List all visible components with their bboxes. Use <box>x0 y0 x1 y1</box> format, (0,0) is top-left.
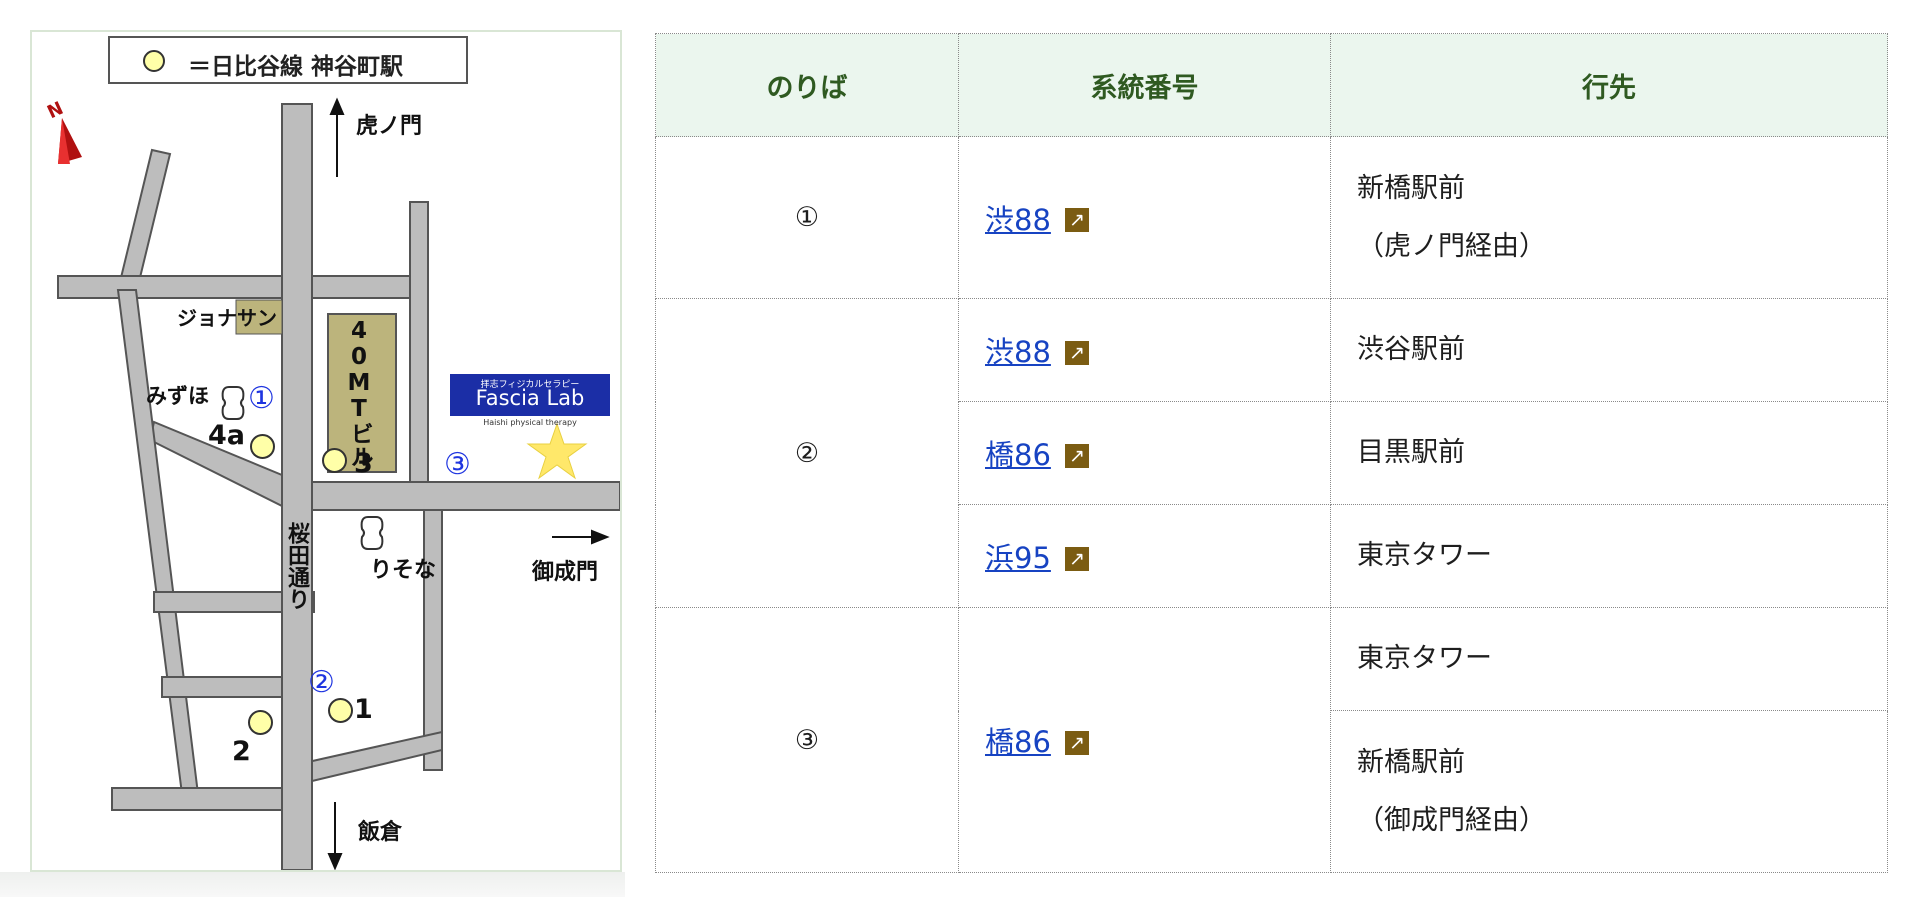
dest-name: 新橋駅前 <box>1357 172 1465 204</box>
dest-cell: 目黒駅前 <box>1330 401 1888 505</box>
header-dest: 行先 <box>1330 33 1888 137</box>
route-cell: 橋86 ↗ <box>958 401 1331 505</box>
label-toranomon: 虎ノ門 <box>356 114 423 139</box>
road-horizontal-mid <box>311 481 620 511</box>
label-iikura: 飯倉 <box>358 820 403 845</box>
route-link[interactable]: 橋86 <box>985 438 1051 472</box>
road-right-upper <box>409 201 429 483</box>
map-stop-1: ① <box>248 381 275 416</box>
dest-via: （御成門経由） <box>1357 804 1546 836</box>
bank-mizuho-icon <box>221 386 245 420</box>
legend-text: ＝日比谷線 神谷町駅 <box>188 54 404 80</box>
external-link-icon[interactable]: ↗ <box>1064 208 1089 232</box>
route-link[interactable]: 渋88 <box>985 335 1051 369</box>
bus-route-table: のりば 系統番号 行先 ① 渋88 ↗ 新橋駅前 （虎ノ門経由） ② 渋88 ↗ 渋… <box>655 33 1888 873</box>
stop-cell: ② <box>655 298 959 608</box>
dest-cell: 東京タワー <box>1330 607 1888 711</box>
external-link-icon[interactable]: ↗ <box>1064 730 1089 755</box>
exit-3-label: 3 <box>354 448 373 479</box>
external-link-icon[interactable]: ↗ <box>1064 443 1089 468</box>
external-link-icon[interactable]: ↗ <box>1064 340 1089 365</box>
route-link[interactable]: 浜95 <box>985 541 1051 575</box>
map-stop-2: ② <box>308 665 335 700</box>
label-risona: りそな <box>370 558 437 583</box>
stop-cell: ① <box>655 136 959 299</box>
bank-risona-icon <box>360 516 384 550</box>
dest-cell: 新橋駅前 （虎ノ門経由） <box>1330 136 1888 299</box>
dest-name: 目黒駅前 <box>1357 437 1465 468</box>
dest-name: 新橋駅前 <box>1357 746 1465 778</box>
table-row: ① 渋88 ↗ 新橋駅前 （虎ノ門経由） <box>655 136 1888 299</box>
road-diagonal-top <box>116 148 172 296</box>
map-legend: ＝日比谷線 神谷町駅 <box>108 36 468 84</box>
road-right-lower <box>423 509 443 771</box>
exit-3-icon <box>322 448 347 473</box>
station-exit-icon <box>143 50 165 72</box>
dest-via: （虎ノ門経由） <box>1357 230 1546 262</box>
map-shadow <box>0 872 625 897</box>
label-jonathan: ジョナサン <box>177 306 277 330</box>
label-mizuho: みずほ <box>146 384 209 408</box>
label-building: 40MTビル <box>346 318 372 468</box>
logo-sub-text: Haishi physical therapy <box>483 418 577 427</box>
external-link-icon[interactable]: ↗ <box>1064 546 1089 571</box>
label-onarimon: 御成門 <box>532 560 599 585</box>
label-sakurada: 桜田通り <box>284 522 309 610</box>
dest-name: 東京タワー <box>1357 643 1492 674</box>
fascia-lab-logo: 拝志フィジカルセラピー Fascia Lab Haishi physical t… <box>450 374 610 427</box>
table-header-row: のりば 系統番号 行先 <box>655 33 1888 137</box>
exit-2-icon <box>248 710 273 735</box>
road-left-long <box>116 289 200 795</box>
exit-4a-label: 4a <box>208 420 246 451</box>
table-row: ② 渋88 ↗ 渋谷駅前 <box>655 298 1888 608</box>
clinic-star-icon <box>526 422 588 480</box>
route-link[interactable]: 渋88 <box>985 203 1051 237</box>
route-cell: 橋86 ↗ <box>958 607 1331 873</box>
road-diagonal-bottom <box>307 730 443 784</box>
map-stop-3: ③ <box>444 447 471 482</box>
dest-name: 東京タワー <box>1357 540 1492 571</box>
table-row: ③ 橋86 ↗ 東京タワー <box>655 607 1888 873</box>
road-horizontal-top <box>57 275 427 299</box>
exit-4a-icon <box>250 434 275 459</box>
exit-1-icon <box>328 698 353 723</box>
dest-name: 渋谷駅前 <box>1357 334 1465 365</box>
exit-1-label: 1 <box>354 694 373 725</box>
logo-main-text: Fascia Lab <box>475 386 585 410</box>
area-map: ＝日比谷線 神谷町駅 N 虎ノ門 ジョナサン みずほ 40MTビル 桜田通り り… <box>30 30 622 872</box>
route-link[interactable]: 橋86 <box>985 725 1051 759</box>
dest-cell: 東京タワー <box>1330 504 1888 608</box>
header-stop: のりば <box>655 33 959 137</box>
dest-cell: 渋谷駅前 <box>1330 298 1888 402</box>
route-cell: 渋88 ↗ <box>958 136 1331 299</box>
route-cell: 渋88 ↗ <box>958 298 1331 402</box>
header-route: 系統番号 <box>958 33 1331 137</box>
exit-2-label: 2 <box>232 736 251 767</box>
road-sakurada <box>281 103 313 870</box>
stop-cell: ③ <box>655 607 959 873</box>
dest-cell: 新橋駅前 （御成門経由） <box>1330 710 1888 873</box>
route-cell: 浜95 ↗ <box>958 504 1331 608</box>
